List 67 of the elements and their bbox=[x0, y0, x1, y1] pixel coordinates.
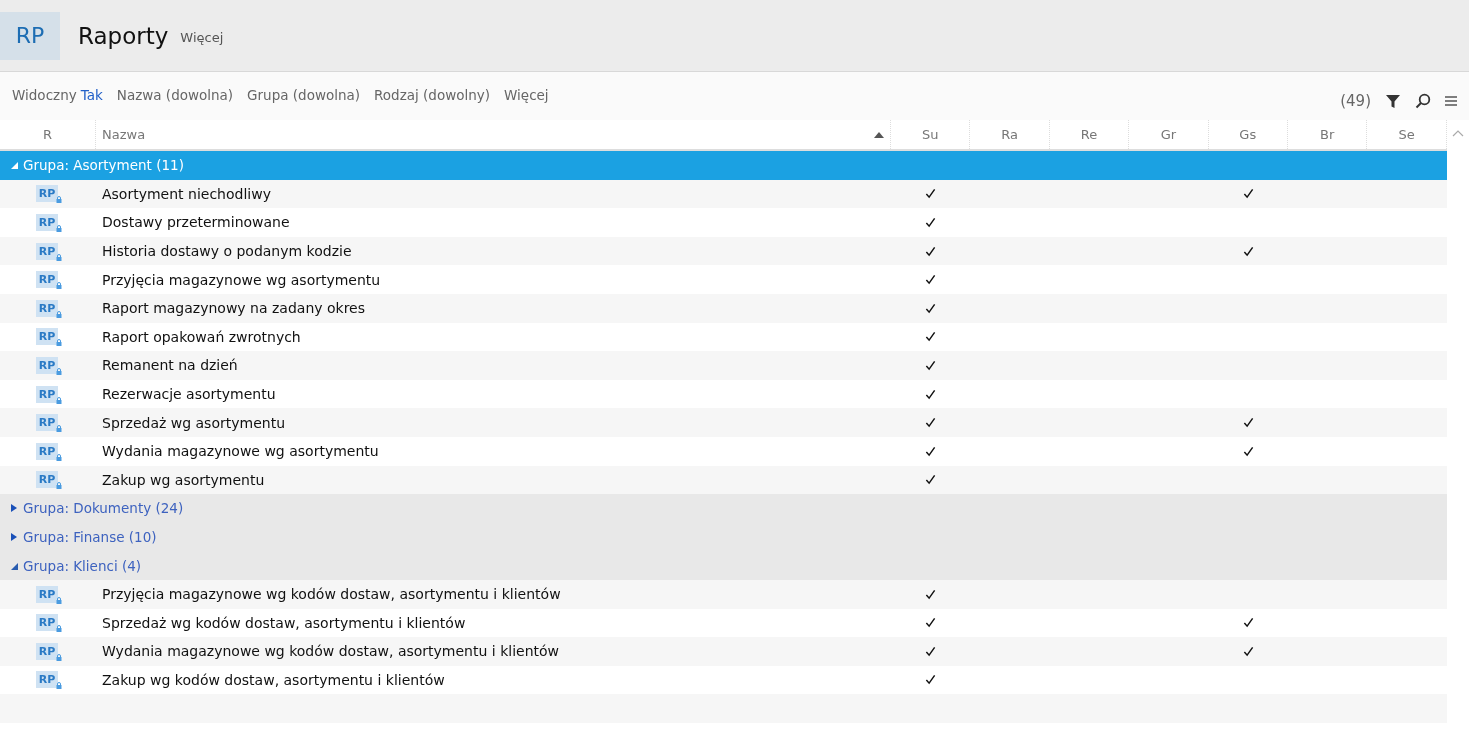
group-row[interactable]: Grupa: Klienci (4) bbox=[0, 551, 1447, 580]
column-header[interactable]: Gr bbox=[1129, 120, 1209, 149]
expander-icon bbox=[10, 533, 18, 541]
more-link[interactable]: Więcej bbox=[180, 30, 224, 45]
table-row[interactable]: RP Asortyment niechodliwy bbox=[0, 179, 1447, 209]
filter-link[interactable]: Widoczny Tak bbox=[12, 86, 103, 103]
column-header[interactable]: Se bbox=[1367, 120, 1447, 149]
report-name: Wydania magazynowe wg kodów dostaw, asortymentu i klientów bbox=[102, 643, 559, 660]
report-name: Sprzedaż wg asortymentu bbox=[102, 414, 285, 431]
group-row[interactable]: Grupa: Dokumenty (24) bbox=[0, 494, 1447, 523]
report-badge-icon: RP bbox=[35, 614, 59, 632]
report-name: Zakup wg asortymentu bbox=[102, 471, 265, 488]
menu-icon[interactable] bbox=[1445, 95, 1457, 107]
filter-link[interactable]: Nazwa (dowolna) bbox=[116, 86, 234, 103]
report-badge-icon: RP bbox=[35, 328, 59, 346]
report-badge-icon: RP bbox=[35, 642, 59, 660]
table-row[interactable]: RP Zakup wg asortymentu bbox=[0, 465, 1447, 495]
page-title: Raporty bbox=[78, 22, 169, 49]
report-badge-icon: RP bbox=[35, 385, 59, 403]
search-icon[interactable] bbox=[1415, 93, 1431, 109]
report-badge-icon: RP bbox=[35, 299, 59, 317]
report-badge-icon: RP bbox=[35, 214, 59, 231]
column-header[interactable]: Nazwa bbox=[96, 120, 891, 149]
report-name: Wydania magazynowe wg asortymentu bbox=[102, 443, 379, 460]
report-name: Historia dostawy o podanym kodzie bbox=[102, 243, 352, 260]
report-name: Zakup wg kodów dostaw, asortymentu i klientów bbox=[102, 672, 445, 688]
column-header[interactable]: Gs bbox=[1208, 120, 1288, 149]
column-header[interactable]: R bbox=[0, 120, 96, 149]
expander-icon bbox=[10, 161, 18, 170]
report-badge-icon: RP bbox=[35, 242, 59, 260]
report-badge-icon: RP bbox=[35, 671, 59, 689]
report-badge-icon: RP bbox=[35, 471, 59, 489]
expander-icon bbox=[10, 561, 18, 570]
filter-link[interactable]: Więcej bbox=[504, 86, 549, 103]
report-name: Sprzedaż wg kodów dostaw, asortymentu i klientów bbox=[102, 614, 466, 631]
table-row[interactable]: RP Remanent na dzień bbox=[0, 351, 1447, 380]
group-row[interactable]: Grupa: Finanse (10) bbox=[0, 522, 1447, 552]
report-name: Rezerwacje asortymentu bbox=[102, 386, 276, 403]
column-header[interactable]: Br bbox=[1287, 120, 1368, 149]
report-name: Asortyment niechodliwy bbox=[102, 185, 271, 202]
column-header[interactable]: Ra bbox=[970, 120, 1050, 149]
table-row[interactable]: RP Wydania magazynowe wg kodów dostaw, asortymentu i klientów bbox=[0, 637, 1447, 666]
sort-arrow-icon bbox=[874, 131, 884, 138]
report-badge-icon: RP bbox=[35, 271, 59, 289]
app-logo: RP bbox=[0, 11, 60, 60]
report-badge-icon: RP bbox=[35, 185, 59, 203]
report-badge-icon: RP bbox=[35, 442, 59, 460]
column-header[interactable]: Su bbox=[891, 120, 971, 149]
table-row[interactable]: RP Przyjęcia magazynowe wg kodów dostaw, asortymentu i klientów bbox=[0, 579, 1447, 609]
record-count: (49) bbox=[1340, 92, 1371, 110]
filter-link[interactable]: Grupa (dowolna) bbox=[247, 86, 361, 103]
report-name: Przyjęcia magazynowe wg kodów dostaw, asortymentu i klientów bbox=[102, 586, 561, 603]
report-name: Dostawy przeterminowane bbox=[102, 214, 290, 231]
report-badge-icon: RP bbox=[35, 356, 59, 374]
expander-icon bbox=[10, 504, 18, 513]
filter-icon[interactable] bbox=[1385, 93, 1401, 109]
report-name: Raport magazynowy na zadany okres bbox=[102, 300, 366, 317]
column-header[interactable]: Re bbox=[1049, 120, 1130, 149]
report-name: Przyjęcia magazynowe wg asortymentu bbox=[102, 271, 381, 288]
table-row[interactable]: RP Raport magazynowy na zadany okres bbox=[0, 293, 1447, 323]
filter-link[interactable]: Rodzaj (dowolny) bbox=[374, 86, 491, 103]
report-badge-icon: RP bbox=[35, 414, 59, 432]
table-row[interactable]: RP Sprzedaż wg asortymentu bbox=[0, 408, 1447, 437]
table-row[interactable]: RP Historia dostawy o podanym kodzie bbox=[0, 236, 1447, 266]
report-name: Raport opakowań zwrotnych bbox=[102, 328, 301, 345]
report-name: Remanent na dzień bbox=[102, 357, 238, 374]
report-badge-icon: RP bbox=[35, 585, 59, 603]
